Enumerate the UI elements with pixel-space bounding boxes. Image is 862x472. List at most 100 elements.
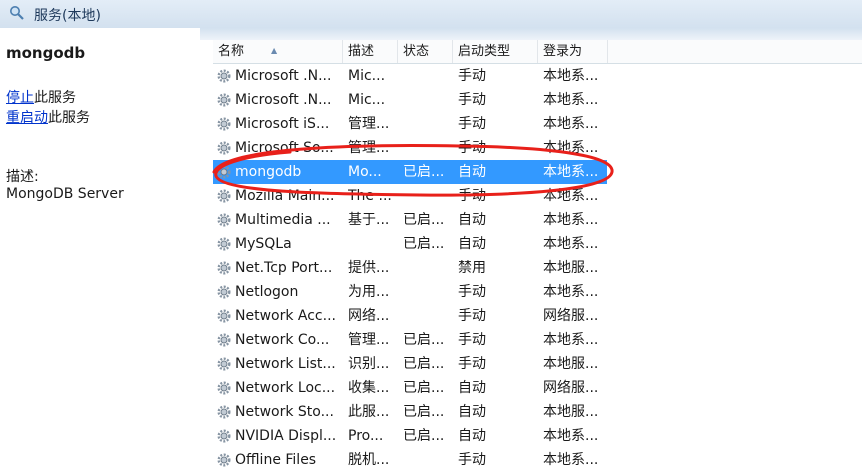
cell-description: 基于... [348, 212, 390, 228]
stop-service-action: 停止此服务 [6, 87, 76, 107]
column-header-logon-as[interactable]: 登录为 [538, 40, 608, 63]
column-header-description[interactable]: 描述 [343, 40, 398, 63]
cell-logon-as: 本地系... [543, 116, 599, 132]
restart-service-link[interactable]: 重启动 [6, 110, 48, 126]
cell-name: Network List... [235, 356, 336, 372]
table-row[interactable]: Microsoft .N... Mic... 手动 本地系... [213, 64, 607, 88]
cell-logon-as: 本地系... [543, 332, 599, 348]
window-title: 服务(本地) [34, 8, 101, 24]
cell-status [403, 256, 453, 280]
cell-status: 已启... [403, 332, 445, 348]
cell-logon-as: 本地服... [543, 260, 599, 276]
cell-logon-as: 网络服... [543, 380, 599, 396]
cell-status [403, 112, 453, 136]
cell-startup-type: 手动 [458, 92, 486, 108]
cell-status [403, 448, 453, 472]
cell-description: 管理... [348, 332, 390, 348]
stop-service-link[interactable]: 停止 [6, 90, 34, 106]
cell-description: 脱机... [348, 452, 390, 468]
cell-description: Pro... [348, 428, 384, 444]
cell-logon-as: 本地系... [543, 284, 599, 300]
cell-startup-type: 手动 [458, 188, 486, 204]
cell-name: mongodb [235, 164, 302, 180]
gear-icon [217, 213, 231, 227]
gear-icon [217, 93, 231, 107]
cell-name: Microsoft .N... [235, 92, 332, 108]
cell-startup-type: 手动 [458, 308, 486, 324]
table-row[interactable]: Net.Tcp Port... 提供... 禁用 本地服... [213, 256, 607, 280]
gear-icon [217, 189, 231, 203]
table-row[interactable]: Multimedia ... 基于... 已启... 自动 本地系... [213, 208, 607, 232]
table-row[interactable]: MySQLa 已启... 自动 本地系... [213, 232, 607, 256]
table-row[interactable]: Network List... 识别... 已启... 手动 本地服... [213, 352, 607, 376]
cell-logon-as: 本地系... [543, 140, 599, 156]
cell-status [403, 280, 453, 304]
gear-icon [217, 405, 231, 419]
cell-startup-type: 自动 [458, 236, 486, 252]
cell-logon-as: 本地系... [543, 92, 599, 108]
cell-logon-as: 本地系... [543, 68, 599, 84]
table-row[interactable]: Microsoft iS... 管理... 手动 本地系... [213, 112, 607, 136]
cell-logon-as: 本地系... [543, 188, 599, 204]
cell-logon-as: 本地系... [543, 164, 599, 180]
cell-status [403, 88, 453, 112]
gear-icon [217, 141, 231, 155]
cell-name: Offline Files [235, 452, 317, 468]
table-row[interactable]: Network Sto... 此服... 已启... 自动 本地服... [213, 400, 607, 424]
cell-name: Microsoft .N... [235, 68, 332, 84]
table-row[interactable]: Network Acc... 网络... 手动 网络服... [213, 304, 607, 328]
gear-icon [217, 117, 231, 131]
description-text: MongoDB Server [6, 186, 124, 202]
cell-name: Network Loc... [235, 380, 336, 396]
cell-name: Mozilla Main... [235, 188, 335, 204]
cell-startup-type: 自动 [458, 164, 486, 180]
gear-icon [217, 285, 231, 299]
cell-name: Net.Tcp Port... [235, 260, 333, 276]
cell-status: 已启... [403, 356, 445, 372]
cell-startup-type: 手动 [458, 116, 486, 132]
cell-startup-type: 手动 [458, 332, 486, 348]
restart-service-suffix: 此服务 [48, 110, 90, 126]
gear-icon [217, 357, 231, 371]
table-row[interactable]: NVIDIA Displ... Pro... 已启... 自动 本地系... [213, 424, 607, 448]
table-top-band [200, 28, 862, 40]
cell-name: Netlogon [235, 284, 299, 300]
cell-logon-as: 本地系... [543, 452, 599, 468]
table-row[interactable]: Network Co... 管理... 已启... 手动 本地系... [213, 328, 607, 352]
cell-description: The ... [348, 188, 392, 204]
title-bar: 服务(本地) [0, 0, 862, 28]
table-row[interactable]: Offline Files 脱机... 手动 本地系... [213, 448, 607, 472]
table-row[interactable]: Microsoft So... 管理... 手动 本地系... [213, 136, 607, 160]
cell-status: 已启... [403, 380, 445, 396]
table-row[interactable]: Netlogon 为用... 手动 本地系... [213, 280, 607, 304]
table-row[interactable]: mongodb Mo... 已启... 自动 本地系... [213, 160, 607, 184]
cell-logon-as: 本地服... [543, 356, 599, 372]
column-header-startup-type[interactable]: 启动类型 [453, 40, 538, 63]
cell-status: 已启... [403, 212, 445, 228]
cell-description: Mic... [348, 68, 386, 84]
selected-service-name: mongodb [6, 44, 86, 62]
description-label: 描述: [6, 169, 39, 185]
cell-name: Network Sto... [235, 404, 334, 420]
services-table: ▲ 名称 描述 状态 启动类型 登录为 Microsoft .N... Mic..… [213, 40, 862, 468]
column-header-name[interactable]: ▲ 名称 [213, 40, 343, 63]
cell-description: 管理... [348, 116, 390, 132]
cell-startup-type: 手动 [458, 356, 486, 372]
cell-name: Microsoft iS... [235, 116, 330, 132]
table-row[interactable]: Network Loc... 收集... 已启... 自动 网络服... [213, 376, 607, 400]
cell-status [403, 136, 453, 160]
table-row[interactable]: Mozilla Main... The ... 手动 本地系... [213, 184, 607, 208]
sort-ascending-icon: ▲ [271, 46, 278, 55]
table-row[interactable]: Microsoft .N... Mic... 手动 本地系... [213, 88, 607, 112]
gear-icon [217, 309, 231, 323]
gear-icon [217, 333, 231, 347]
column-header-status[interactable]: 状态 [398, 40, 453, 63]
cell-logon-as: 本地服... [543, 404, 599, 420]
table-header: ▲ 名称 描述 状态 启动类型 登录为 [213, 40, 862, 64]
cell-startup-type: 自动 [458, 212, 486, 228]
service-details-pane: mongodb 停止此服务 重启动此服务 描述: MongoDB Server [0, 28, 200, 463]
cell-name: Network Acc... [235, 308, 336, 324]
cell-name: Network Co... [235, 332, 330, 348]
cell-name: NVIDIA Displ... [235, 428, 337, 444]
stop-service-suffix: 此服务 [34, 90, 76, 106]
